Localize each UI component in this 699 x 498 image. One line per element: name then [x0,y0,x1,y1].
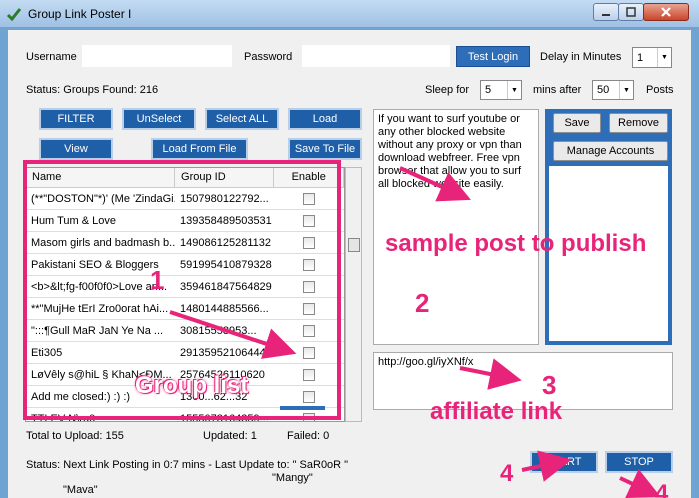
annotation-number-2: 2 [415,288,430,318]
arrow-group-list [169,310,297,359]
annotation-number-3: 3 [542,370,557,400]
annotation-number-1: 1 [150,265,165,295]
annotation-sample-post: sample post to publish [385,230,647,257]
annotation-number-4: 4 [500,460,514,487]
arrow-start [521,450,572,482]
arrow-post [399,166,471,202]
arrow-link [459,358,522,390]
annotation-affiliate-link: affiliate link [430,398,563,425]
arrow-stop [619,469,661,498]
annotation-group-list: Group list [135,372,249,399]
annotation-number-4b: 4 [655,480,669,498]
